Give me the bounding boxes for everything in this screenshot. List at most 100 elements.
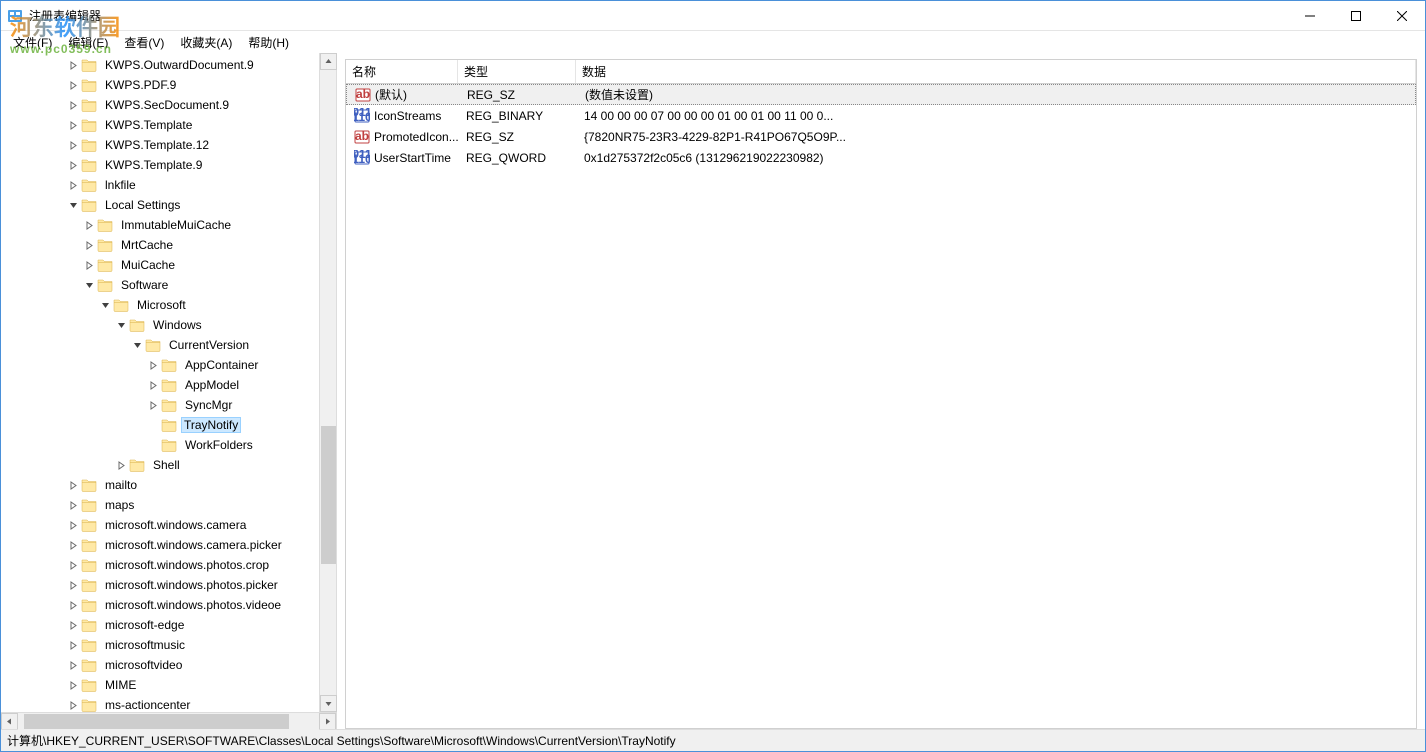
tree-item[interactable]: mailto xyxy=(1,475,319,495)
tree-item[interactable]: Shell xyxy=(1,455,319,475)
expand-icon[interactable] xyxy=(145,361,161,370)
tree-item[interactable]: MuiCache xyxy=(1,255,319,275)
tree-item[interactable]: Software xyxy=(1,275,319,295)
folder-icon xyxy=(81,598,97,612)
column-type[interactable]: 类型 xyxy=(458,60,576,83)
column-name[interactable]: 名称 xyxy=(346,60,458,83)
expand-icon[interactable] xyxy=(81,261,97,270)
scroll-right-arrow[interactable] xyxy=(319,713,336,730)
tree-item[interactable]: maps xyxy=(1,495,319,515)
menu-view[interactable]: 查看(V) xyxy=(116,32,172,53)
expand-icon[interactable] xyxy=(65,161,81,170)
value-row[interactable]: ab(默认)REG_SZ(数值未设置) xyxy=(346,84,1416,105)
tree-scroll[interactable]: KWPS.OutwardDocument.9 KWPS.PDF.9 KWPS.Sec… xyxy=(1,53,319,712)
tree-item[interactable]: microsoft-edge xyxy=(1,615,319,635)
scroll-left-arrow[interactable] xyxy=(1,713,18,730)
tree-item[interactable]: Microsoft xyxy=(1,295,319,315)
tree-item[interactable]: SyncMgr xyxy=(1,395,319,415)
expand-icon[interactable] xyxy=(65,61,81,70)
tree-item[interactable]: microsoft.windows.photos.picker xyxy=(1,575,319,595)
scroll-down-arrow[interactable] xyxy=(320,695,337,712)
expand-icon[interactable] xyxy=(65,481,81,490)
tree-item[interactable]: microsoftvideo xyxy=(1,655,319,675)
expand-icon[interactable] xyxy=(81,221,97,230)
tree-item[interactable]: microsoft.windows.camera xyxy=(1,515,319,535)
expand-icon[interactable] xyxy=(65,621,81,630)
menu-edit[interactable]: 编辑(E) xyxy=(60,32,116,53)
expand-icon[interactable] xyxy=(113,461,129,470)
hscroll-thumb[interactable] xyxy=(24,714,289,729)
folder-icon xyxy=(81,518,97,532)
values-pane: 名称 类型 数据 ab(默认)REG_SZ(数值未设置)011110IconSt… xyxy=(337,53,1425,729)
tree-item[interactable]: AppContainer xyxy=(1,355,319,375)
tree-item-label: mailto xyxy=(101,477,141,493)
minimize-button[interactable] xyxy=(1287,1,1333,30)
collapse-icon[interactable] xyxy=(97,301,113,310)
expand-icon[interactable] xyxy=(65,501,81,510)
expand-icon[interactable] xyxy=(65,101,81,110)
tree-item[interactable]: microsoft.windows.camera.picker xyxy=(1,535,319,555)
scroll-up-arrow[interactable] xyxy=(320,53,337,70)
tree-item[interactable]: ImmutableMuiCache xyxy=(1,215,319,235)
folder-icon xyxy=(97,238,113,252)
value-type: REG_BINARY xyxy=(462,109,580,123)
collapse-icon[interactable] xyxy=(65,201,81,210)
registry-editor-window: 注册表编辑器 文件(F) 编辑(E) 查看(V) 收藏夹(A) 帮助(H) KW… xyxy=(0,0,1426,752)
tree-item[interactable]: KWPS.PDF.9 xyxy=(1,75,319,95)
tree-item[interactable]: MIME xyxy=(1,675,319,695)
folder-icon xyxy=(161,438,177,452)
tree-horizontal-scrollbar[interactable] xyxy=(1,712,336,729)
folder-icon xyxy=(81,158,97,172)
close-button[interactable] xyxy=(1379,1,1425,30)
tree-item-label: microsoftvideo xyxy=(101,657,186,673)
tree-item[interactable]: ms-actioncenter xyxy=(1,695,319,712)
tree-item[interactable]: MrtCache xyxy=(1,235,319,255)
value-row[interactable]: 011110IconStreamsREG_BINARY14 00 00 00 0… xyxy=(346,105,1416,126)
expand-icon[interactable] xyxy=(65,81,81,90)
expand-icon[interactable] xyxy=(145,381,161,390)
expand-icon[interactable] xyxy=(65,601,81,610)
menu-favorites[interactable]: 收藏夹(A) xyxy=(172,32,240,53)
menu-help[interactable]: 帮助(H) xyxy=(240,32,297,53)
expand-icon[interactable] xyxy=(65,141,81,150)
tree-item[interactable]: KWPS.Template xyxy=(1,115,319,135)
tree-item-label: KWPS.PDF.9 xyxy=(101,77,180,93)
expand-icon[interactable] xyxy=(65,681,81,690)
tree-item[interactable]: lnkfile xyxy=(1,175,319,195)
maximize-button[interactable] xyxy=(1333,1,1379,30)
expand-icon[interactable] xyxy=(65,181,81,190)
tree-item[interactable]: Windows xyxy=(1,315,319,335)
expand-icon[interactable] xyxy=(65,561,81,570)
expand-icon[interactable] xyxy=(65,641,81,650)
tree-item[interactable]: KWPS.Template.12 xyxy=(1,135,319,155)
tree-item[interactable]: microsoft.windows.photos.videoe xyxy=(1,595,319,615)
value-row[interactable]: abPromotedIcon...REG_SZ{7820NR75-23R3-42… xyxy=(346,126,1416,147)
tree-item[interactable]: WorkFolders xyxy=(1,435,319,455)
expand-icon[interactable] xyxy=(65,661,81,670)
column-data[interactable]: 数据 xyxy=(576,60,1416,83)
vscroll-thumb[interactable] xyxy=(321,426,336,564)
expand-icon[interactable] xyxy=(145,401,161,410)
collapse-icon[interactable] xyxy=(81,281,97,290)
expand-icon[interactable] xyxy=(65,541,81,550)
tree-item[interactable]: KWPS.SecDocument.9 xyxy=(1,95,319,115)
tree-item[interactable]: KWPS.Template.9 xyxy=(1,155,319,175)
tree-item[interactable]: microsoftmusic xyxy=(1,635,319,655)
values-list[interactable]: ab(默认)REG_SZ(数值未设置)011110IconStreamsREG_… xyxy=(345,84,1417,729)
tree-item[interactable]: CurrentVersion xyxy=(1,335,319,355)
value-row[interactable]: 011110UserStartTimeREG_QWORD0x1d275372f2… xyxy=(346,147,1416,168)
tree-item[interactable]: TrayNotify xyxy=(1,415,319,435)
menu-file[interactable]: 文件(F) xyxy=(5,32,60,53)
expand-icon[interactable] xyxy=(65,581,81,590)
tree-item[interactable]: microsoft.windows.photos.crop xyxy=(1,555,319,575)
expand-icon[interactable] xyxy=(65,121,81,130)
expand-icon[interactable] xyxy=(65,701,81,710)
expand-icon[interactable] xyxy=(65,521,81,530)
collapse-icon[interactable] xyxy=(129,341,145,350)
tree-item[interactable]: AppModel xyxy=(1,375,319,395)
tree-vertical-scrollbar[interactable] xyxy=(319,53,336,712)
tree-item[interactable]: Local Settings xyxy=(1,195,319,215)
tree-item[interactable]: KWPS.OutwardDocument.9 xyxy=(1,55,319,75)
expand-icon[interactable] xyxy=(81,241,97,250)
collapse-icon[interactable] xyxy=(113,321,129,330)
